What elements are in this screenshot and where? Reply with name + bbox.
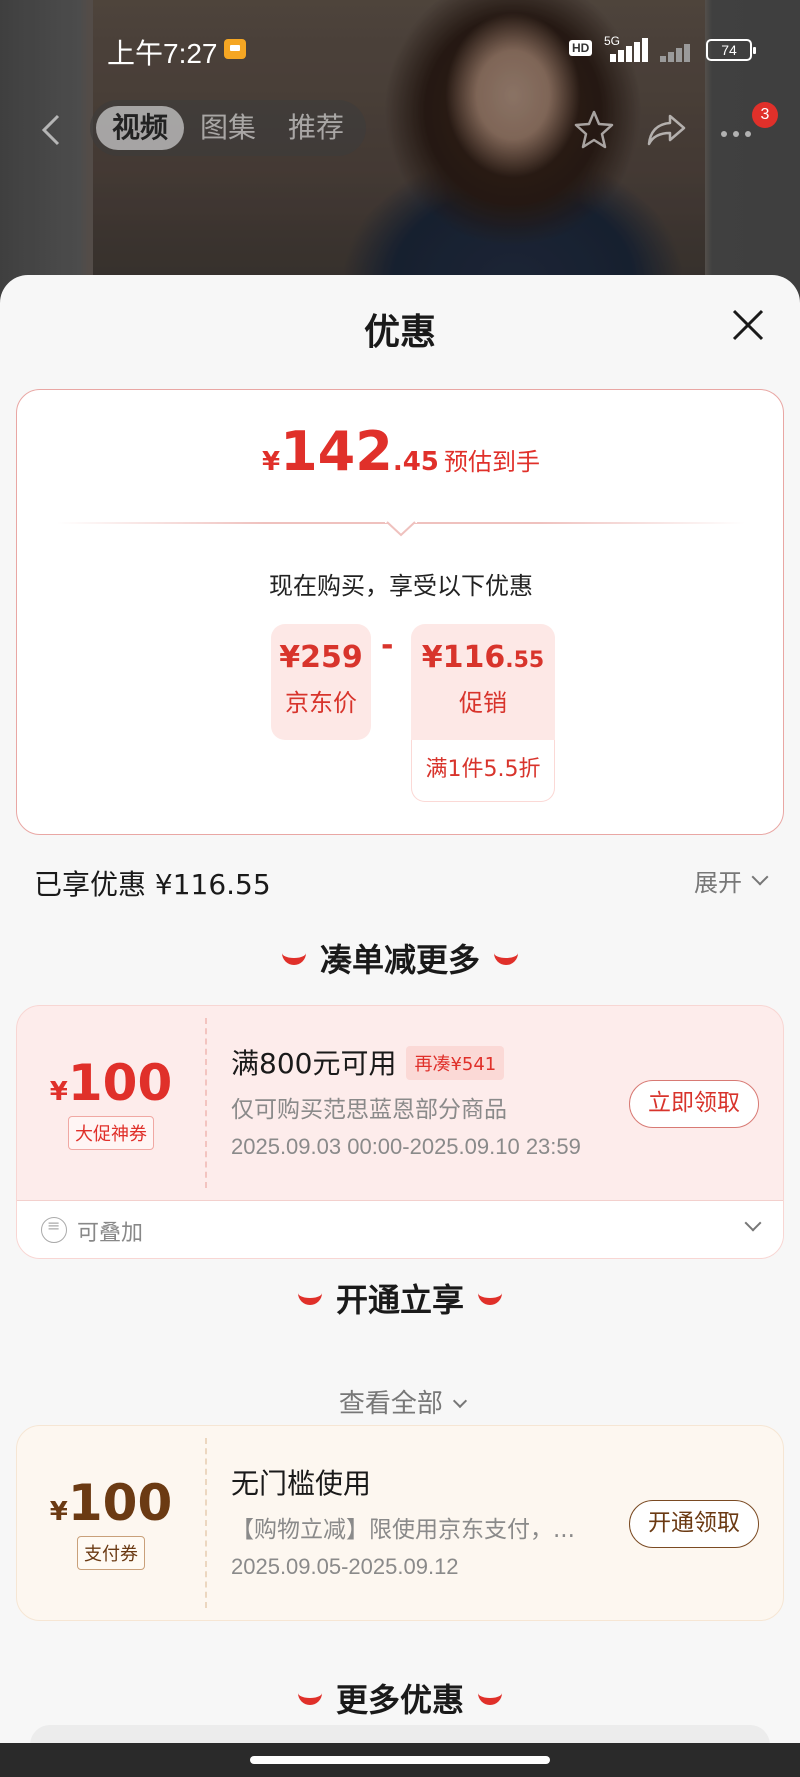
coupon-desc: 仅可购买范思蓝恩部分商品 — [231, 1097, 507, 1123]
estimated-price: ¥142.45 预估到手 — [262, 420, 540, 483]
close-button[interactable] — [728, 305, 768, 345]
star-icon — [574, 110, 614, 149]
home-indicator[interactable] — [250, 1756, 550, 1764]
coupon-value: ¥100 支付券 — [17, 1426, 205, 1620]
stack-icon — [41, 1216, 67, 1243]
favorite-button[interactable] — [572, 108, 616, 152]
coupon-extra-badge: 再凑¥541 — [406, 1046, 505, 1080]
share-icon — [647, 114, 686, 146]
share-button[interactable] — [644, 108, 688, 152]
hd-icon: HD — [569, 40, 593, 56]
tab-recommend[interactable]: 推荐 — [272, 106, 360, 150]
jd-price-chip: ¥259 京东价 — [271, 624, 371, 740]
media-tabs: 视频 图集 推荐 — [90, 100, 366, 156]
coupon-date: 2025.09.05-2025.09.12 — [231, 1554, 459, 1579]
smile-icon — [297, 1291, 322, 1305]
activate-claim-button[interactable]: 开通领取 — [629, 1500, 759, 1548]
smile-icon — [281, 951, 306, 965]
smile-icon — [478, 1291, 502, 1305]
coupon-tag: 大促神券 — [68, 1116, 154, 1150]
section-header-more: 更多优惠 — [0, 1675, 800, 1721]
back-button[interactable] — [36, 112, 66, 148]
enjoyed-discount: 已享优惠 ¥116.55 — [34, 868, 271, 901]
tab-video[interactable]: 视频 — [96, 106, 184, 150]
chevron-down-icon — [744, 1214, 762, 1232]
caret-down-icon — [385, 515, 417, 537]
coupon-value: ¥100 大促神券 — [17, 1006, 205, 1200]
promo-condition: 满1件5.5折 — [411, 740, 555, 802]
chevron-down-icon — [751, 868, 769, 886]
expand-button[interactable]: 展开 — [694, 863, 769, 898]
sheet-title: 优惠 — [363, 312, 436, 353]
notification-badge: 3 — [752, 102, 778, 128]
chevron-down-icon — [453, 1393, 468, 1409]
coupon-tag: 支付券 — [77, 1536, 145, 1570]
smile-icon — [494, 951, 518, 965]
claim-coupon-button[interactable]: 立即领取 — [629, 1080, 759, 1128]
status-bar: 上午7:27 HD 5G 74 — [0, 30, 800, 70]
battery-icon: 74 — [706, 39, 756, 61]
stackable-row[interactable]: 可叠加 — [17, 1200, 783, 1258]
signal-icon — [608, 38, 652, 62]
top-nav: 视频 图集 推荐 3 — [0, 100, 800, 160]
notification-icon — [224, 39, 246, 59]
coupon-card-payment: ¥100 支付券 无门槛使用 【购物立减】限使用京东支付，... 2025.09… — [16, 1425, 784, 1621]
close-icon — [732, 309, 764, 341]
view-all-button[interactable]: 查看全部 — [0, 1383, 800, 1420]
tab-gallery[interactable]: 图集 — [184, 106, 272, 150]
discount-sheet: 优惠 ¥142.45 预估到手 现在购买，享受以下优惠 ¥259 京东价 - ¥… — [0, 275, 800, 1777]
coupon-desc: 【购物立减】限使用京东支付，... — [231, 1517, 575, 1543]
smile-icon — [478, 1691, 502, 1705]
coupon-title: 无门槛使用 — [231, 1467, 372, 1500]
coupon-card-promo: ¥100 大促神券 满800元可用 再凑¥541 仅可购买范思蓝恩部分商品 202… — [16, 1005, 784, 1259]
promo-chip: ¥116.55 促销 满1件5.5折 — [411, 624, 555, 802]
price-breakdown-card: ¥142.45 预估到手 现在购买，享受以下优惠 ¥259 京东价 - ¥116… — [16, 389, 784, 835]
minus-sign: - — [381, 628, 394, 663]
coupon-date: 2025.09.03 00:00-2025.09.10 23:59 — [231, 1134, 581, 1159]
smile-icon — [297, 1691, 322, 1705]
coupon-title: 满800元可用 再凑¥541 — [231, 1042, 505, 1082]
buy-note: 现在购买，享受以下优惠 — [269, 572, 533, 600]
chevron-left-icon — [41, 114, 60, 146]
section-header-bundle: 凑单减更多 — [0, 935, 800, 981]
signal-2-icon — [658, 38, 702, 62]
section-header-activate: 开通立享 — [0, 1275, 800, 1321]
status-time: 上午7:27 — [107, 38, 218, 69]
